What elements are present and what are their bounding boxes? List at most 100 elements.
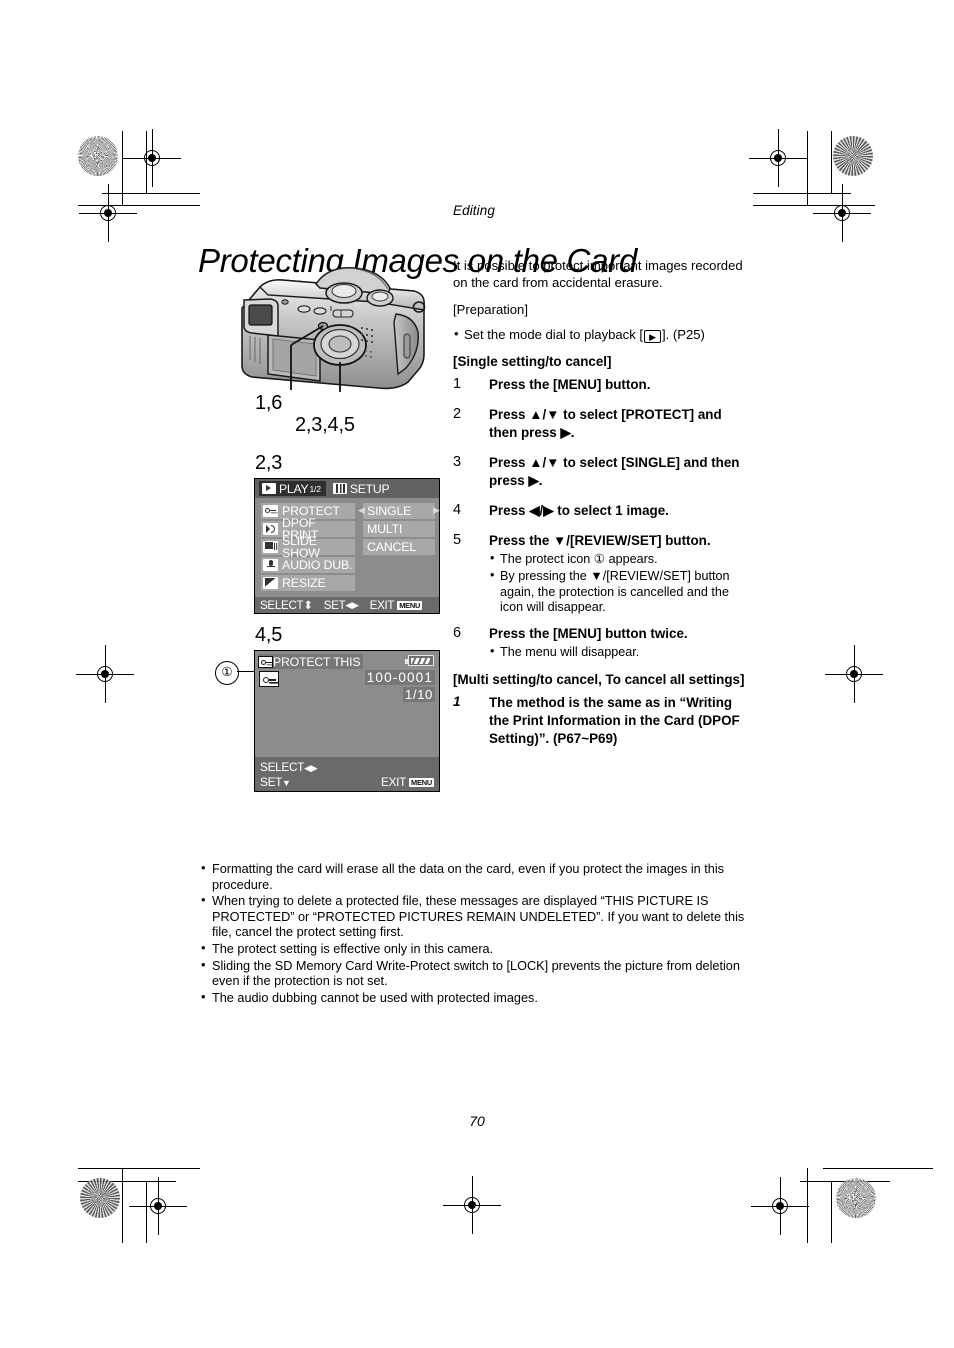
single-setting-steps: 1 Press the [MENU] button. 2 Press ▲/▼ t… <box>453 376 753 661</box>
menu-item-slide-show[interactable]: SLIDE SHOW <box>261 535 355 559</box>
lcd-menu-screen: PLAY 1/2 SETUP PROTECT DPOF PRINT SLIDE … <box>254 478 440 614</box>
option-cancel[interactable]: CANCEL <box>363 539 435 555</box>
menu-item-resize[interactable]: RESIZE <box>261 575 355 591</box>
section-label: Editing <box>453 203 495 218</box>
single-setting-heading: [Single setting/to cancel] <box>453 354 612 369</box>
step-5-number: 5 <box>453 531 462 548</box>
step-5-sub-1: The protect icon ① appears. <box>489 551 753 568</box>
lcd-protect-title-group: PROTECT THIS <box>258 654 364 669</box>
manual-page: Editing Protecting Images on the Card 1,… <box>0 0 954 1348</box>
option-arrow-right-icon: ▶ <box>433 505 440 515</box>
setup-icon <box>332 483 347 494</box>
option-multi-label: MULTI <box>367 521 403 536</box>
registration-mark-tl-b <box>79 184 137 242</box>
step-2-number: 2 <box>453 405 462 422</box>
step-5: 5 Press the ▼/[REVIEW/SET] button. The p… <box>453 532 753 616</box>
registration-mark-left-mid <box>76 645 134 703</box>
intro-paragraph: It is possible to protect important imag… <box>453 258 743 290</box>
step-1-text: Press the [MENU] button. <box>489 376 651 392</box>
registration-mark-tl-a <box>123 129 181 187</box>
notes-list: Formatting the card will erase all the d… <box>200 861 756 1007</box>
multi-setting-heading: [Multi setting/to cancel, To cancel all … <box>453 672 745 688</box>
lcd-protect-screen: PROTECT THIS 100-0001 1/10 SELECT◀▶ SET▼… <box>254 650 440 792</box>
lcd-menu-guidebar: SELECT ⬍ SET ◀▶ EXIT MENU <box>255 597 439 613</box>
guide-select-arrows-icon: ◀▶ <box>304 763 318 773</box>
step-4: 4 Press ◀/▶ to select 1 image. <box>453 502 753 520</box>
guide-select-row: SELECT◀▶ <box>260 760 318 774</box>
step-4-text: Press ◀/▶ to select 1 image. <box>489 502 669 518</box>
guide-select-arrows-icon: ⬍ <box>303 599 313 612</box>
step-2: 2 Press ▲/▼ to select [PROTECT] and then… <box>453 406 753 442</box>
note-1: Formatting the card will erase all the d… <box>200 861 756 893</box>
multi-step-1-text: The method is the same as in “Writing th… <box>489 694 740 746</box>
menu-badge: MENU <box>397 600 423 610</box>
instructions-column: It is possible to protect important imag… <box>453 258 753 760</box>
preparation-bullet: Set the mode dial to playback [▶]. (P25) <box>453 326 753 344</box>
microphone-icon <box>263 558 278 571</box>
guide-set-arrows-icon: ◀▶ <box>345 599 359 610</box>
multi-step-1-number: 1 <box>453 693 461 709</box>
guide-set-row: SET▼ <box>260 775 291 789</box>
menu-item-slideshow-label: SLIDE SHOW <box>282 533 320 560</box>
guide-exit-row: EXIT MENU <box>381 775 434 789</box>
option-single[interactable]: SINGLE <box>363 503 435 519</box>
menu-item-audiodub-label: AUDIO DUB. <box>282 557 353 572</box>
menu-item-protect-label: PROTECT <box>282 503 340 518</box>
registration-mark-tr-a <box>749 129 807 187</box>
protect-key-icon <box>259 671 279 687</box>
menu-item-resize-label: RESIZE <box>282 575 326 590</box>
resize-icon <box>263 576 278 589</box>
registration-mark-bottom-mid <box>443 1176 501 1234</box>
option-single-label: SINGLE <box>367 503 412 518</box>
preparation-label: [Preparation] <box>453 302 528 317</box>
preparation-text-before: Set the mode dial to playback [ <box>464 326 644 342</box>
menu-item-audio-dub[interactable]: AUDIO DUB. <box>261 557 355 573</box>
guide-set-arrow-icon: ▼ <box>282 778 291 788</box>
slideshow-icon <box>263 540 278 553</box>
tab-play[interactable]: PLAY 1/2 <box>259 481 326 496</box>
lcd-menu-step-label: 2,3 <box>255 452 283 474</box>
tab-setup-label: SETUP <box>349 481 390 496</box>
preparation-text-after: ]. (P25) <box>661 326 705 342</box>
option-arrow-left-icon: ◀ <box>358 505 365 515</box>
step-5-sub-2: By pressing the ▼/[REVIEW/SET] button ag… <box>489 568 753 616</box>
lcd-protect-guidebar: SELECT◀▶ SET▼ EXIT MENU <box>255 757 439 791</box>
note-5: The audio dubbing cannot be used with pr… <box>200 990 756 1007</box>
camera-illustration <box>228 262 443 392</box>
option-cancel-label: CANCEL <box>367 539 417 554</box>
option-multi[interactable]: MULTI <box>363 521 435 537</box>
callout-1: ① <box>215 661 239 685</box>
play-icon <box>262 483 276 494</box>
note-2: When trying to delete a protected file, … <box>200 893 756 941</box>
menu-badge: MENU <box>409 778 434 787</box>
registration-mark-br <box>751 1177 809 1235</box>
step-1: 1 Press the [MENU] button. <box>453 376 753 394</box>
key-icon <box>258 655 273 668</box>
multi-step-1: 1 The method is the same as in “Writing … <box>453 694 753 748</box>
battery-icon <box>405 655 434 666</box>
frame-counter: 1/10 <box>402 687 435 702</box>
tab-play-fraction: 1/2 <box>309 483 321 494</box>
lcd-protect-step-label: 4,5 <box>255 624 283 646</box>
note-4: Sliding the SD Memory Card Write-Protect… <box>200 958 756 990</box>
guide-set-label: SET <box>323 598 346 612</box>
label-cursor-button: 2,3,4,5 <box>295 414 355 436</box>
lcd-protect-title: PROTECT THIS <box>273 654 361 669</box>
label-menu-button: 1,6 <box>255 392 283 414</box>
step-5-text: Press the ▼/[REVIEW/SET] button. <box>489 532 711 548</box>
registration-mark-tr-b <box>813 184 871 242</box>
step-6-number: 6 <box>453 624 462 641</box>
tab-play-label: PLAY <box>279 481 309 496</box>
lcd-menu-body: PROTECT DPOF PRINT SLIDE SHOW AUDIO DUB.… <box>255 498 440 593</box>
step-2-text: Press ▲/▼ to select [PROTECT] and then p… <box>489 406 722 440</box>
lcd-protect-top: PROTECT THIS 100-0001 1/10 <box>255 651 439 702</box>
step-3: 3 Press ▲/▼ to select [SINGLE] and then … <box>453 454 753 490</box>
guide-select-label: SELECT <box>260 598 304 612</box>
step-3-text: Press ▲/▼ to select [SINGLE] and then pr… <box>489 454 740 488</box>
guide-exit-label: EXIT <box>369 598 395 612</box>
tab-setup[interactable]: SETUP <box>330 481 395 496</box>
step-6-sub: The menu will disappear. <box>489 644 753 661</box>
playback-icon: ▶ <box>644 329 661 343</box>
file-number: 100-0001 <box>364 670 435 685</box>
lcd-menu-tabbar: PLAY 1/2 SETUP <box>255 479 439 498</box>
